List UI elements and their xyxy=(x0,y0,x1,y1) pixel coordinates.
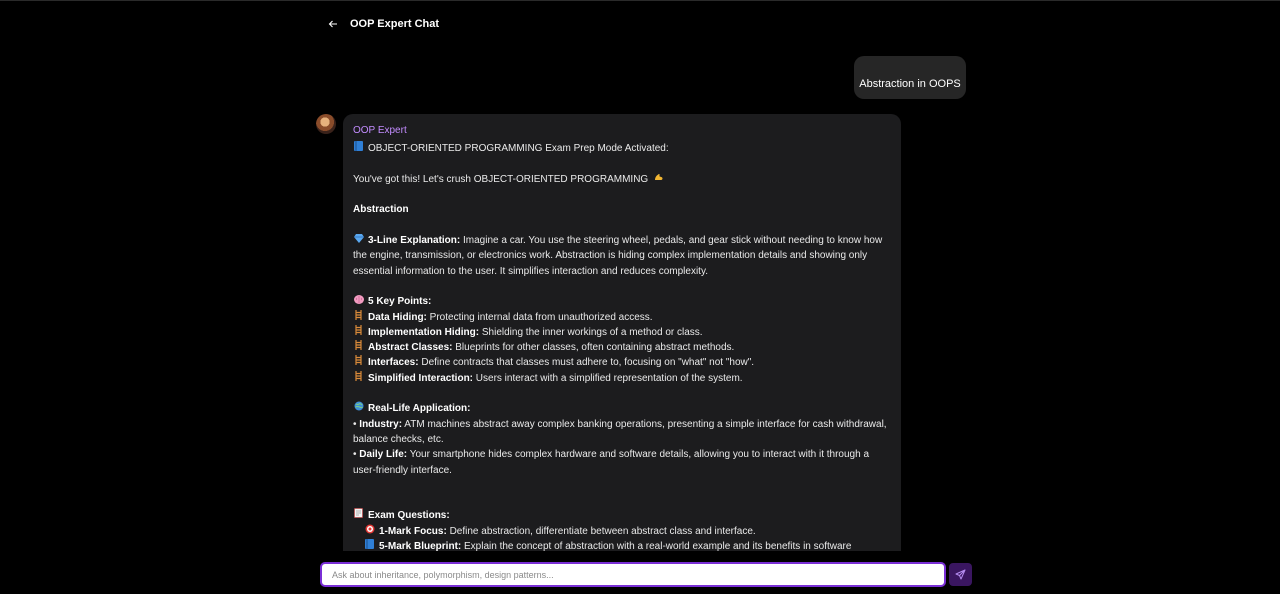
bot-message: OOP Expert OBJECT-ORIENTED PROGRAMMING E… xyxy=(343,114,901,551)
industry-item: • Industry: ATM machines abstract away c… xyxy=(353,418,887,445)
real-life-heading: Real-Life Application: xyxy=(353,401,891,416)
globe-icon xyxy=(353,401,364,416)
page-title: OOP Expert Chat xyxy=(350,18,440,30)
book-icon xyxy=(364,539,375,551)
user-message: Abstraction in OOPS xyxy=(854,56,966,99)
ladder-icon xyxy=(353,324,364,340)
brain-icon xyxy=(353,294,364,309)
list-item: Data Hiding: Protecting internal data fr… xyxy=(353,309,891,325)
exam-heading: Exam Questions: xyxy=(353,508,891,523)
key-points-heading: 5 Key Points: xyxy=(353,294,891,309)
send-button[interactable] xyxy=(949,563,972,586)
list-item: Implementation Hiding: Shielding the inn… xyxy=(353,324,891,340)
encourage-line: You've got this! Let's crush OBJECT-ORIE… xyxy=(353,172,891,187)
chat-input-container xyxy=(320,562,946,587)
sender-name: OOP Expert xyxy=(353,125,407,136)
memo-icon xyxy=(353,508,364,523)
intro-line: OBJECT-ORIENTED PROGRAMMING Exam Prep Mo… xyxy=(353,141,891,156)
ladder-icon xyxy=(353,355,364,370)
target-icon xyxy=(364,524,375,539)
book-icon xyxy=(353,141,364,156)
flexed-biceps-icon xyxy=(654,172,665,187)
list-item: 1-Mark Focus: Define abstraction, differ… xyxy=(353,524,891,539)
list-item: 5-Mark Blueprint: Explain the concept of… xyxy=(353,539,891,551)
avatar xyxy=(316,114,336,134)
section-heading: Abstraction xyxy=(353,204,409,216)
daily-item: • Daily Life: Your smartphone hides comp… xyxy=(353,449,870,476)
list-item: Interfaces: Define contracts that classe… xyxy=(353,355,891,370)
ladder-icon xyxy=(353,309,364,325)
list-item: Simplified Interaction: Users interact w… xyxy=(353,370,891,386)
chat-header: OOP Expert Chat xyxy=(327,16,439,32)
arrow-left-icon[interactable] xyxy=(327,18,339,30)
ladder-icon xyxy=(353,340,364,355)
gem-icon xyxy=(353,233,364,248)
chat-input[interactable] xyxy=(330,568,944,581)
list-item: Abstract Classes: Blueprints for other c… xyxy=(353,340,891,355)
send-icon xyxy=(955,569,966,580)
explanation: 3-Line Explanation: Imagine a car. You u… xyxy=(353,233,883,277)
ladder-icon xyxy=(353,370,364,386)
